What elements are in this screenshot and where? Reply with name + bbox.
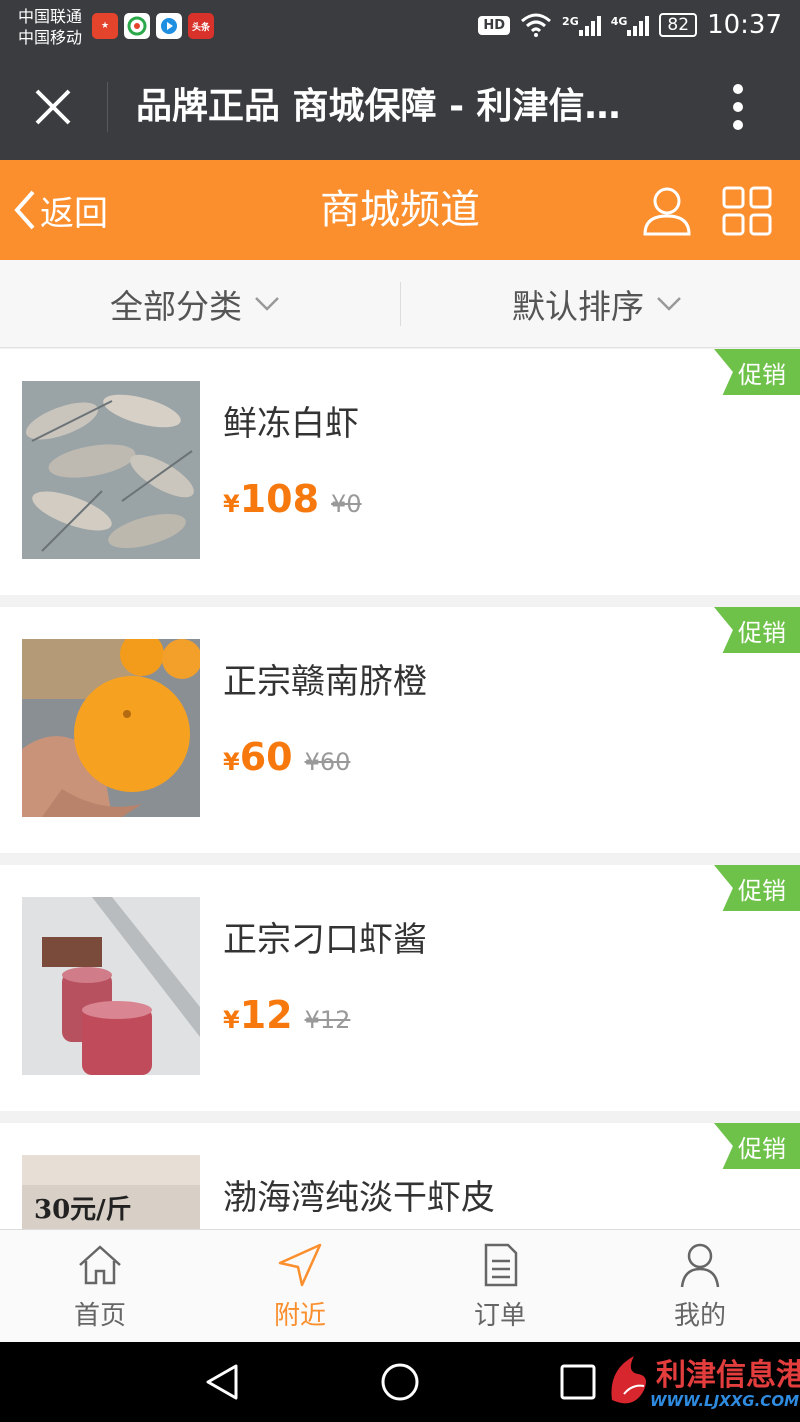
- product-name[interactable]: 渤海湾纯淡干虾皮: [223, 1175, 495, 1221]
- filter-divider: [400, 282, 401, 326]
- close-button[interactable]: [24, 80, 82, 134]
- chevron-down-icon: [657, 297, 681, 311]
- carrier-2: 中国移动: [18, 28, 83, 47]
- product-name[interactable]: 鲜冻白虾: [223, 401, 359, 447]
- product-price: ¥ 12 ¥12: [223, 993, 350, 1037]
- sort-label: 默认排序: [512, 287, 644, 326]
- system-indicators: HD 2G 4G 82 10:37: [478, 10, 782, 40]
- nav-home-button[interactable]: [378, 1360, 422, 1404]
- sort-dropdown[interactable]: 默认排序: [512, 260, 682, 348]
- product-item[interactable]: 鲜冻白虾 ¥ 108 ¥0 促销: [0, 349, 800, 595]
- site-watermark: 利津信息港 WWW.LJXXG.COM: [604, 1348, 800, 1418]
- product-image[interactable]: 30元/斤: [22, 1155, 200, 1229]
- tab-home[interactable]: 首页: [0, 1230, 200, 1343]
- more-options-button[interactable]: [716, 80, 760, 134]
- tab-nearby[interactable]: 附近: [200, 1230, 400, 1343]
- category-filter-label: 全部分类: [110, 287, 242, 326]
- browser-app-icon: [124, 13, 150, 39]
- product-price: ¥ 108 ¥0: [223, 477, 362, 521]
- currency-symbol: ¥: [223, 748, 240, 776]
- triangle-back-icon: [206, 1364, 238, 1400]
- sina-app-icon: ★: [92, 13, 118, 39]
- tab-me[interactable]: 我的: [600, 1230, 800, 1343]
- shop-header: 返回 商城频道: [0, 160, 800, 260]
- hd-badge: HD: [478, 15, 511, 35]
- wifi-icon: [521, 13, 552, 37]
- tab-label: 附近: [273, 1301, 326, 1331]
- category-grid-button[interactable]: [720, 184, 774, 238]
- nav-back-button[interactable]: [200, 1360, 244, 1404]
- bottom-tab-bar: 首页 附近 订单 我的: [0, 1229, 800, 1342]
- carrier-info: 中国联通 中国移动: [18, 6, 82, 48]
- more-vertical-icon: [733, 84, 743, 130]
- promo-badge: 促销: [714, 865, 800, 911]
- titlebar-divider: [107, 82, 108, 132]
- filter-bar: 全部分类 默认排序: [0, 260, 800, 348]
- price-amount: 12: [239, 993, 293, 1037]
- promo-badge: 促销: [714, 349, 800, 395]
- product-name[interactable]: 正宗赣南脐橙: [223, 659, 427, 705]
- tab-label: 我的: [673, 1301, 726, 1331]
- status-bar: 中国联通 中国移动 ★ 头条 HD 2G 4G 82 10:37: [0, 0, 800, 54]
- tab-label: 订单: [473, 1301, 526, 1331]
- grid-icon: [722, 186, 772, 236]
- circle-home-icon: [381, 1363, 419, 1401]
- battery-indicator: 82: [659, 13, 698, 37]
- price-amount: 60: [239, 735, 293, 779]
- signal-icon: [578, 14, 601, 36]
- original-price: ¥0: [331, 490, 362, 518]
- original-price: ¥12: [304, 1006, 351, 1034]
- document-icon: [484, 1243, 518, 1287]
- price-amount: 108: [239, 477, 320, 521]
- person-icon: [680, 1243, 720, 1288]
- promo-badge: 促销: [714, 607, 800, 653]
- product-price: ¥ 60 ¥60: [223, 735, 350, 779]
- nav-recents-button[interactable]: [556, 1360, 600, 1404]
- system-nav-bar: 利津信息港 WWW.LJXXG.COM: [0, 1342, 800, 1422]
- product-image[interactable]: [22, 639, 200, 817]
- tab-orders[interactable]: 订单: [400, 1230, 600, 1343]
- category-filter-dropdown[interactable]: 全部分类: [110, 260, 280, 348]
- bird-logo-icon: [611, 1356, 646, 1404]
- watermark-url: WWW.LJXXG.COM: [650, 1392, 799, 1410]
- tab-label: 首页: [73, 1301, 126, 1331]
- notification-icons: ★ 头条: [92, 13, 214, 39]
- currency-symbol: ¥: [223, 490, 240, 518]
- close-icon: [35, 89, 71, 125]
- product-image[interactable]: [22, 897, 200, 1075]
- product-list: 鲜冻白虾 ¥ 108 ¥0 促销 正宗赣南脐橙 ¥ 60 ¥60 促销 正宗刁口…: [0, 349, 800, 1229]
- thumb-price-text: 30元/斤: [34, 1195, 132, 1225]
- watermark-name: 利津信息港: [656, 1358, 800, 1393]
- product-item[interactable]: 30元/斤 渤海湾纯淡干虾皮 促销: [0, 1123, 800, 1229]
- user-center-button[interactable]: [640, 184, 694, 238]
- original-price: ¥60: [304, 748, 351, 776]
- toutiao-app-icon: 头条: [188, 13, 214, 39]
- network-type-2: 4G: [610, 15, 628, 28]
- carrier-1: 中国联通: [18, 7, 83, 26]
- square-recents-icon: [560, 1364, 596, 1400]
- clock: 10:37: [707, 10, 782, 40]
- webview-titlebar: 品牌正品 商城保障 - 利津信…: [0, 54, 800, 160]
- page-title: 品牌正品 商城保障 - 利津信…: [136, 86, 621, 127]
- product-item[interactable]: 正宗刁口虾酱 ¥ 12 ¥12 促销: [0, 865, 800, 1111]
- chevron-down-icon: [255, 297, 279, 311]
- promo-badge: 促销: [714, 1123, 800, 1169]
- user-icon: [643, 187, 691, 236]
- signal-icon: [627, 14, 650, 36]
- video-app-icon: [156, 13, 182, 39]
- product-item[interactable]: 正宗赣南脐橙 ¥ 60 ¥60 促销: [0, 607, 800, 853]
- home-icon: [79, 1245, 121, 1285]
- product-image[interactable]: [22, 381, 200, 559]
- currency-symbol: ¥: [223, 1006, 240, 1034]
- location-arrow-icon: [278, 1243, 322, 1287]
- product-name[interactable]: 正宗刁口虾酱: [223, 917, 427, 963]
- network-type-1: 2G: [562, 15, 579, 28]
